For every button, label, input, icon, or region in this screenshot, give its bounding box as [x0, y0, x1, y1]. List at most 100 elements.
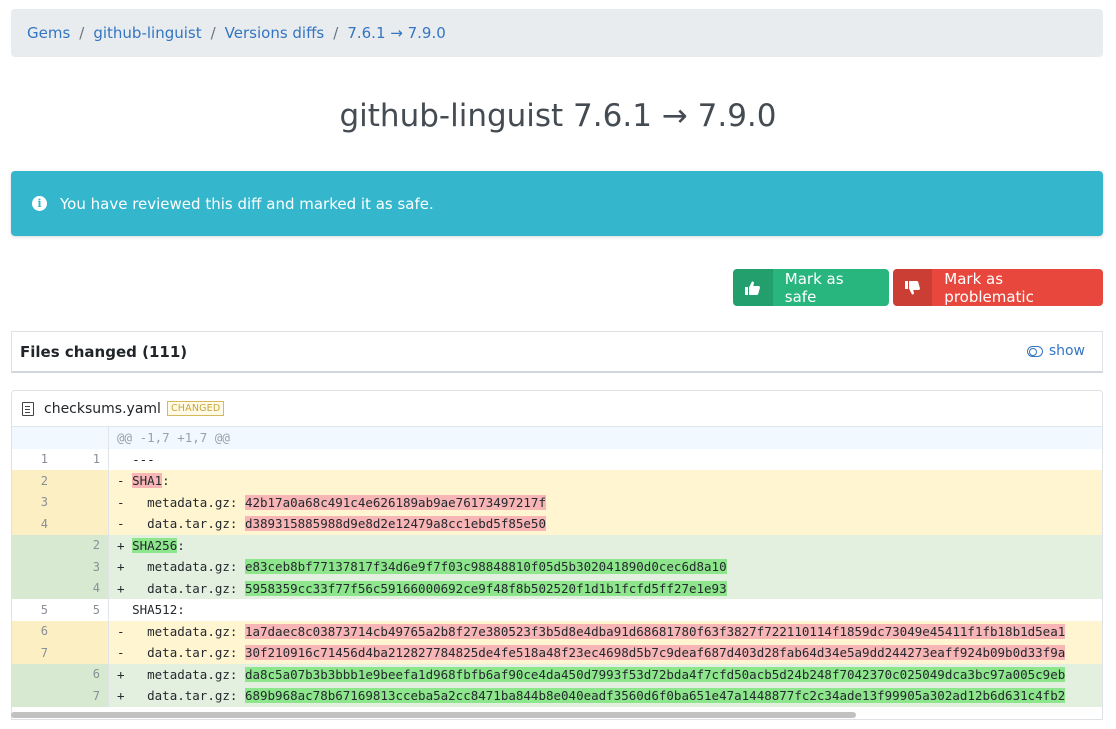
old-line-number: [12, 534, 61, 556]
breadcrumb-separator: /: [210, 24, 216, 42]
old-line-number: [12, 556, 61, 578]
diff-sign: -: [117, 494, 125, 510]
show-toggle-label: show: [1048, 343, 1085, 359]
file-status-badge: CHANGED: [166, 401, 225, 416]
breadcrumb-gems-link[interactable]: Gems: [27, 24, 70, 42]
diff-added-line: 7 + data.tar.gz: 689b968ac78b67169813cceb…: [12, 685, 1102, 707]
info-circle-icon: i: [32, 196, 47, 211]
diff-sign: +: [117, 580, 125, 596]
diff-sign: +: [117, 559, 125, 575]
line-key: metadata.gz:: [132, 559, 245, 575]
line-code: + data.tar.gz: 689b968ac78b67169813cceba…: [109, 688, 1066, 704]
diff-added-line: 3 + metadata.gz: e83ceb8bf77137817f34d6e9…: [12, 556, 1102, 578]
new-line-number: 2: [61, 534, 109, 556]
diff-sign: -: [117, 623, 125, 639]
line-key: metadata.gz:: [132, 623, 245, 639]
old-line-number: 7: [12, 642, 61, 664]
changed-hash: 689b968ac78b67169813cceba5a2cc8471ba844b…: [244, 688, 1066, 704]
diff-sign: -: [117, 516, 125, 532]
breadcrumb-versions-diffs-link[interactable]: Versions diffs: [225, 24, 325, 42]
mark-as-safe-button[interactable]: Mark as safe: [733, 269, 889, 306]
new-line-number: 4: [61, 577, 109, 599]
old-line-number: 1: [40, 452, 48, 467]
hunk-header: @@ -1,7 +1,7 @@: [117, 430, 230, 446]
line-code: - metadata.gz: 1a7daec8c03873714cb49765a…: [109, 623, 1066, 639]
diff-sign: [117, 452, 125, 467]
diff-removed-line: 7 - data.tar.gz: 30f210916c71456d4ba21282…: [12, 642, 1102, 664]
diff-sign: +: [117, 537, 125, 553]
line-text: ---: [132, 451, 155, 467]
old-line-number: [12, 663, 61, 685]
line-key: metadata.gz:: [132, 494, 245, 510]
line-code: - data.tar.gz: d389315885988d9e8d2e12479…: [109, 516, 546, 532]
show-files-toggle[interactable]: show: [1026, 343, 1085, 359]
old-line-number: [12, 427, 61, 449]
mark-as-problematic-label: Mark as problematic: [944, 269, 1034, 306]
line-code: - data.tar.gz: 30f210916c71456d4ba212827…: [109, 645, 1066, 661]
breadcrumb-current-diff-link[interactable]: 7.6.1 → 7.9.0: [347, 24, 445, 42]
changed-hash: 1a7daec8c03873714cb49765a2b8f27e380523f3…: [244, 623, 1066, 639]
diff-sign: -: [117, 645, 125, 661]
diff-sign: -: [117, 473, 125, 489]
changed-hash: 30f210916c71456d4ba212827784825de4fe518a…: [244, 645, 1066, 661]
line-code: + metadata.gz: da8c5a07b3b3bbb1e9beefa1d…: [109, 666, 1066, 682]
file-document-icon: [22, 401, 34, 416]
line-key: data.tar.gz:: [132, 645, 245, 661]
line-code: - metadata.gz: 42b17a0a68c491c4e626189ab…: [109, 494, 546, 510]
mark-as-safe-label: Mark as safe: [784, 269, 844, 306]
changed-hash: d389315885988d9e8d2e12479a8cc1ebd5f85e50: [244, 516, 546, 532]
line-text: SHA512:: [132, 602, 185, 618]
line-code: SHA512:: [109, 602, 185, 617]
breadcrumb-separator: /: [79, 24, 85, 42]
breadcrumb-gem-link[interactable]: github-linguist: [93, 24, 201, 42]
diff-removed-line: 6 - metadata.gz: 1a7daec8c03873714cb49765…: [12, 620, 1102, 642]
breadcrumb-separator: /: [333, 24, 339, 42]
new-line-number: [61, 491, 109, 513]
old-line-number: 2: [12, 470, 61, 492]
new-line-number: [61, 427, 109, 449]
line-code: ---: [109, 452, 155, 467]
diff-added-line: 4 + data.tar.gz: 5958359cc33f77f56c591660…: [12, 577, 1102, 599]
diff-context-line: 11 ---: [12, 448, 1102, 470]
line-text: :: [162, 473, 170, 489]
new-line-number: 3: [61, 556, 109, 578]
diff-added-line: 6 + metadata.gz: da8c5a07b3b3bbb1e9beefa1…: [12, 663, 1102, 685]
line-text: :: [177, 537, 185, 553]
old-line-number: [12, 685, 61, 707]
hunk-header-row: @@ -1,7 +1,7 @@: [12, 427, 1102, 449]
new-line-number: 7: [61, 685, 109, 707]
line-code: + metadata.gz: e83ceb8bf77137817f34d6e9f…: [109, 559, 727, 575]
file-header: checksums.yaml CHANGED: [12, 391, 1102, 427]
diff-added-line: 2 + SHA256:: [12, 534, 1102, 556]
horizontal-scrollbar[interactable]: [11, 712, 856, 718]
new-line-number: 6: [61, 663, 109, 685]
line-key: data.tar.gz:: [132, 688, 245, 704]
new-line-number: [61, 513, 109, 535]
page-title: github-linguist 7.6.1 → 7.9.0: [339, 98, 777, 134]
old-line-number: 3: [12, 491, 61, 513]
old-line-number: [12, 577, 61, 599]
file-name: checksums.yaml: [44, 400, 161, 417]
breadcrumb: Gems / github-linguist / Versions diffs …: [11, 9, 1103, 57]
alert-message: You have reviewed this diff and marked i…: [60, 194, 434, 213]
toggle-icon: [1026, 345, 1043, 357]
new-line-number: [61, 620, 109, 642]
diff-context-line: 55 SHA512:: [12, 599, 1102, 621]
line-code: + data.tar.gz: 5958359cc33f77f56c5916600…: [109, 580, 727, 596]
changed-hash: 5958359cc33f77f56c59166000692ce9f48f8b50…: [244, 580, 727, 596]
changed-hash: 42b17a0a68c491c4e626189ab9ae76173497217f: [244, 494, 546, 510]
thumbs-up-icon: [733, 269, 773, 306]
diff-sign: [117, 602, 125, 617]
file-diff-card: checksums.yaml CHANGED @@ -1,7 +1,7 @@ 1…: [11, 390, 1103, 720]
diff-removed-line: 2 - SHA1:: [12, 470, 1102, 492]
mark-as-problematic-button[interactable]: Mark as problematic: [893, 269, 1103, 306]
old-line-number: 5: [40, 602, 48, 617]
changed-key: SHA256: [132, 537, 178, 553]
line-key: data.tar.gz:: [132, 580, 245, 596]
line-key: data.tar.gz:: [132, 516, 245, 532]
line-code: - SHA1:: [109, 473, 170, 489]
line-code: + SHA256:: [109, 537, 185, 553]
old-line-number: 4: [12, 513, 61, 535]
changed-hash: e83ceb8bf77137817f34d6e9f7f03c98848810f0…: [244, 559, 727, 575]
new-line-number: [61, 642, 109, 664]
